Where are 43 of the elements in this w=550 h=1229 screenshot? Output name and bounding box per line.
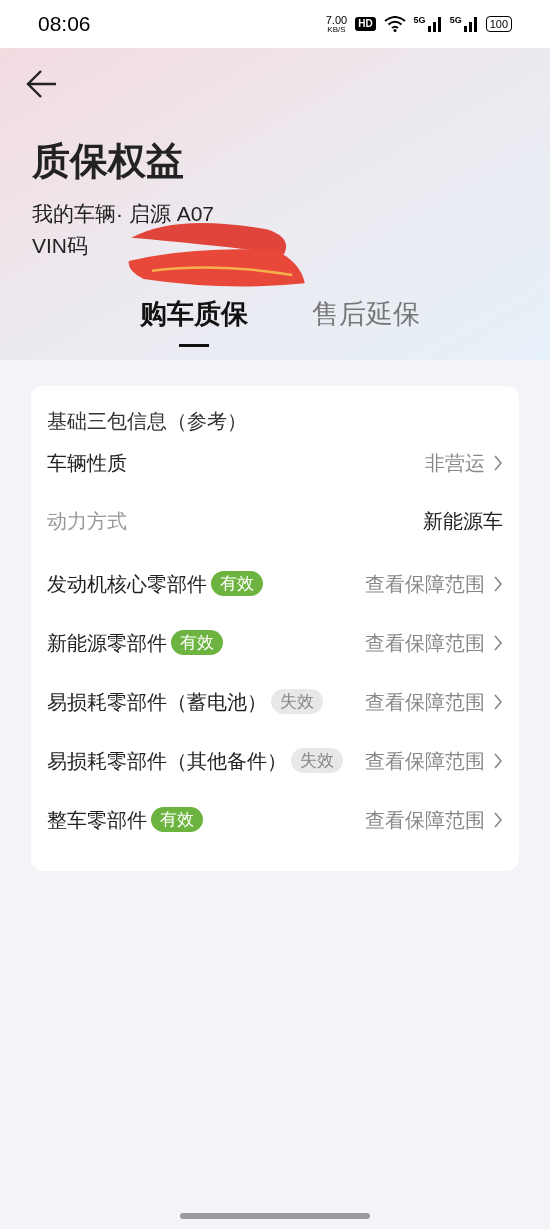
coverage-link[interactable]: 查看保障范围 (365, 804, 485, 835)
status-badge: 有效 (211, 571, 263, 596)
status-badge: 失效 (271, 689, 323, 714)
status-badge: 失效 (291, 748, 343, 773)
row-value[interactable]: 非营运 (425, 448, 485, 478)
status-time: 08:06 (38, 11, 91, 38)
chevron-right-icon (493, 751, 503, 770)
row-label: 发动机核心零部件 (47, 571, 207, 597)
tab[interactable]: 购车质保 (140, 294, 248, 349)
status-badge: 有效 (171, 630, 223, 655)
chevron-right-icon (493, 633, 503, 652)
vin-label: VIN码 (32, 233, 88, 259)
row-label: 易损耗零部件（蓄电池） (47, 689, 267, 715)
speed-unit: KB/S (327, 25, 346, 34)
page-title: 质保权益 (32, 139, 184, 184)
tab-underline (179, 343, 209, 347)
battery-level: 100 (485, 16, 512, 32)
signal-icon (463, 16, 478, 32)
tab[interactable]: 售后延保 (312, 294, 420, 349)
back-arrow-icon[interactable] (26, 68, 58, 100)
row-label: 整车零部件 (47, 807, 147, 833)
coverage-link[interactable]: 查看保障范围 (365, 686, 485, 717)
chevron-right-icon (493, 810, 503, 829)
chevron-right-icon (493, 692, 503, 711)
coverage-link[interactable]: 查看保障范围 (365, 627, 485, 658)
coverage-link[interactable]: 查看保障范围 (365, 745, 485, 776)
row-value: 新能源车 (423, 509, 503, 534)
row-label: 新能源零部件 (47, 630, 167, 656)
network-type: 5G (449, 16, 462, 25)
row-label: 易损耗零部件（其他备件） (47, 748, 287, 774)
row-label: 动力方式 (47, 509, 127, 534)
chevron-right-icon (493, 574, 503, 593)
row-label: 车辆性质 (47, 451, 127, 476)
section-heading: 基础三包信息（参考） (47, 409, 248, 434)
signal-icon (427, 16, 442, 32)
chevron-right-icon (493, 454, 503, 472)
wifi-icon (383, 16, 406, 32)
network-type: 5G (413, 16, 426, 25)
status-badge: 有效 (151, 807, 203, 832)
network-speed: 7.00 (325, 14, 348, 26)
hd-badge: HD (355, 17, 376, 31)
coverage-link[interactable]: 查看保障范围 (365, 568, 485, 599)
vehicle-name: 我的车辆· 启源 A07 (32, 201, 215, 227)
